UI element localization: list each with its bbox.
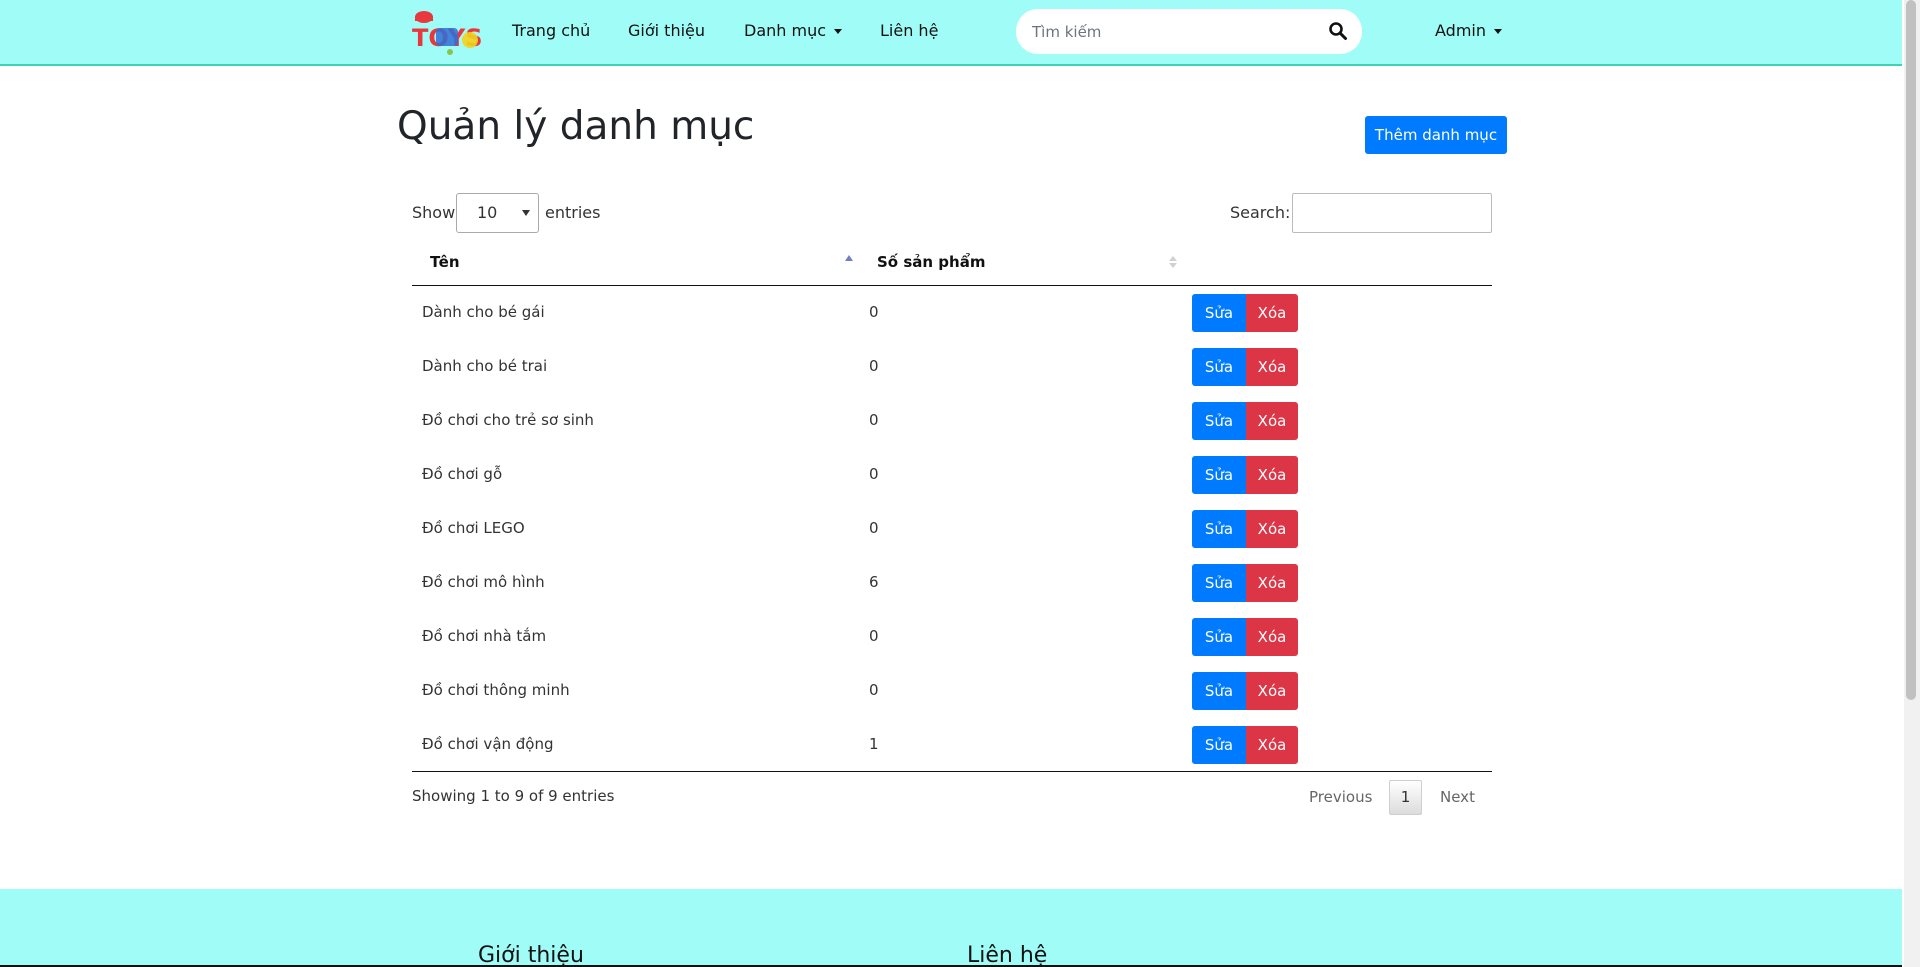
nav-link-about[interactable]: Giới thiệu xyxy=(628,21,705,40)
nav-dropdown-categories[interactable]: Danh mục xyxy=(744,21,843,40)
nav-link-home[interactable]: Trang chủ xyxy=(512,21,590,40)
edit-button[interactable]: Sửa xyxy=(1192,348,1246,386)
edit-button[interactable]: Sửa xyxy=(1192,510,1246,548)
footer-title-about: Giới thiệu xyxy=(478,943,584,967)
caret-down-icon xyxy=(834,29,843,34)
admin-menu[interactable]: Admin xyxy=(1435,21,1502,40)
delete-button[interactable]: Xóa xyxy=(1246,294,1298,332)
entries-per-page-value: 10 xyxy=(477,203,498,222)
edit-button[interactable]: Sửa xyxy=(1192,726,1246,764)
edit-button[interactable]: Sửa xyxy=(1192,402,1246,440)
delete-button[interactable]: Xóa xyxy=(1246,726,1298,764)
category-name-cell: Dành cho bé gái xyxy=(422,303,545,321)
category-name-cell: Dành cho bé trai xyxy=(422,357,548,375)
product-count-cell: 0 xyxy=(869,411,879,429)
category-name-cell: Đồ chơi thông minh xyxy=(422,681,570,699)
chevron-down-icon xyxy=(522,210,530,216)
category-name-cell: Đồ chơi nhà tắm xyxy=(422,627,547,645)
product-count-cell: 0 xyxy=(869,357,879,375)
nav-link-contact[interactable]: Liên hệ xyxy=(880,21,938,40)
column-header-product-count[interactable]: Số sản phẩm xyxy=(877,253,985,271)
add-category-button[interactable]: Thêm danh mục xyxy=(1365,116,1507,154)
pagination-previous[interactable]: Previous xyxy=(1309,788,1372,806)
product-count-cell: 0 xyxy=(869,465,879,483)
category-name-cell: Đồ chơi gỗ xyxy=(422,465,503,483)
sort-both-icon xyxy=(1169,256,1177,268)
edit-button[interactable]: Sửa xyxy=(1192,564,1246,602)
table-footer-divider xyxy=(412,771,1492,772)
nav-search-box xyxy=(1016,9,1362,54)
delete-button[interactable]: Xóa xyxy=(1246,510,1298,548)
edit-button[interactable]: Sửa xyxy=(1192,618,1246,656)
entries-label: entries xyxy=(545,203,601,222)
admin-menu-label: Admin xyxy=(1435,21,1486,40)
caret-down-icon xyxy=(1494,29,1502,34)
pagination-next[interactable]: Next xyxy=(1440,788,1475,806)
pagination-page-1[interactable]: 1 xyxy=(1389,780,1422,815)
entries-per-page-select[interactable]: 10 xyxy=(456,193,539,233)
delete-button[interactable]: Xóa xyxy=(1246,564,1298,602)
edit-button[interactable]: Sửa xyxy=(1192,672,1246,710)
category-name-cell: Đồ chơi vận động xyxy=(422,735,554,753)
table-info: Showing 1 to 9 of 9 entries xyxy=(412,787,615,805)
product-count-cell: 0 xyxy=(869,627,879,645)
footer-title-contact: Liên hệ xyxy=(967,943,1048,967)
category-name-cell: Đồ chơi mô hình xyxy=(422,573,545,591)
nav-search-input[interactable] xyxy=(1032,9,1312,54)
table-search-label: Search: xyxy=(1230,203,1291,222)
delete-button[interactable]: Xóa xyxy=(1246,402,1298,440)
product-count-cell: 6 xyxy=(869,573,879,591)
column-header-name[interactable]: Tên xyxy=(430,253,460,271)
edit-button[interactable]: Sửa xyxy=(1192,294,1246,332)
delete-button[interactable]: Xóa xyxy=(1246,672,1298,710)
product-count-cell: 1 xyxy=(869,735,879,753)
product-count-cell: 0 xyxy=(869,681,879,699)
page-title: Quản lý danh mục xyxy=(397,104,755,149)
category-name-cell: Đồ chơi cho trẻ sơ sinh xyxy=(422,411,594,429)
delete-button[interactable]: Xóa xyxy=(1246,456,1298,494)
footer xyxy=(0,889,1902,967)
sort-asc-icon xyxy=(845,255,853,261)
delete-button[interactable]: Xóa xyxy=(1246,348,1298,386)
table-header-divider xyxy=(412,285,1492,286)
scrollbar-thumb[interactable] xyxy=(1906,0,1916,700)
product-count-cell: 0 xyxy=(869,303,879,321)
table-search-input[interactable] xyxy=(1292,193,1492,233)
show-label: Show xyxy=(412,203,456,222)
search-icon[interactable] xyxy=(1328,21,1348,41)
edit-button[interactable]: Sửa xyxy=(1192,456,1246,494)
top-navbar: TOYS Trang chủ Giới thiệu Danh mục Liên … xyxy=(0,0,1902,66)
nav-dropdown-categories-label: Danh mục xyxy=(744,21,827,40)
toys-logo[interactable]: TOYS xyxy=(410,8,483,56)
category-name-cell: Đồ chơi LEGO xyxy=(422,519,525,537)
product-count-cell: 0 xyxy=(869,519,879,537)
delete-button[interactable]: Xóa xyxy=(1246,618,1298,656)
